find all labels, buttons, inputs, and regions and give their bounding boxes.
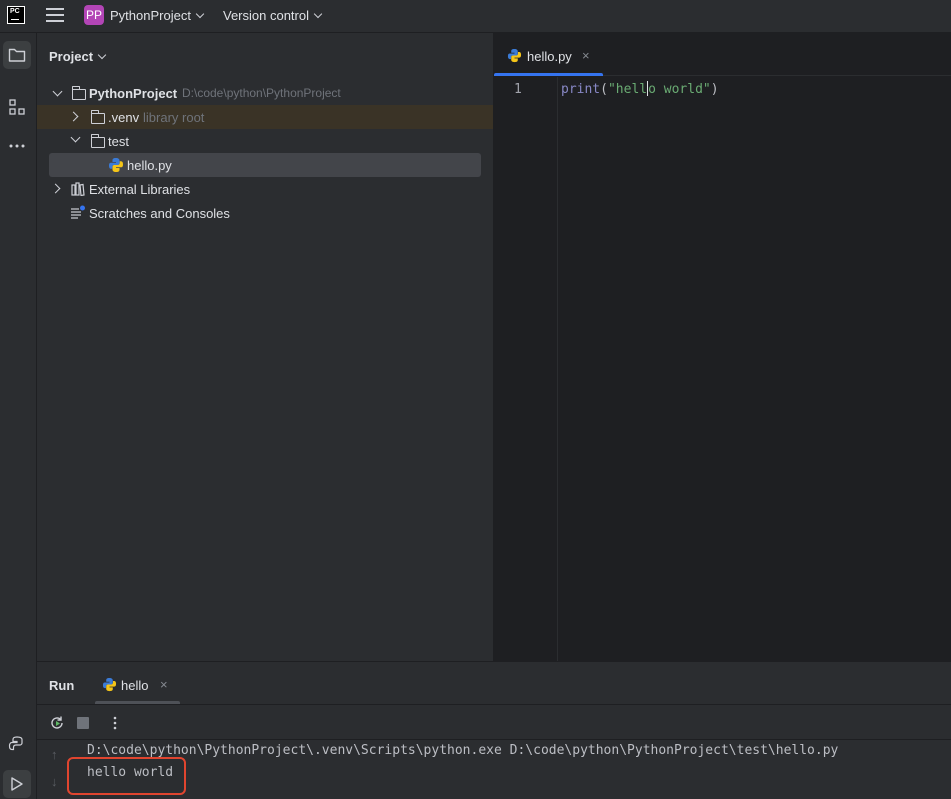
python-file-icon [507, 48, 522, 63]
chevron-down-icon [97, 50, 107, 60]
version-control-label: Version control [223, 8, 309, 23]
project-tool-button[interactable] [3, 41, 31, 69]
external-libraries-label: External Libraries [89, 182, 191, 197]
run-panel-title: Run [49, 678, 75, 693]
console-command-line: D:\code\python\PythonProject\.venv\Scrip… [87, 743, 839, 758]
chevron-down-icon[interactable] [70, 132, 81, 143]
tab-hello-py-label: hello.py [527, 49, 572, 64]
scroll-up-icon[interactable]: ↑ [51, 747, 58, 762]
structure-tool-button[interactable] [3, 93, 31, 121]
hello-py-file-name: hello.py [127, 158, 172, 173]
project-folder-icon [8, 48, 26, 62]
rerun-icon[interactable] [49, 715, 65, 731]
scratches-icon [71, 205, 85, 219]
project-panel-title[interactable]: Project [49, 49, 107, 64]
root-project-path: D:\code\python\PythonProject [182, 86, 341, 100]
close-icon[interactable]: × [160, 677, 168, 692]
chevron-right-icon[interactable] [68, 111, 79, 122]
app-logo-text: PC [10, 8, 20, 15]
main-menu-icon[interactable] [46, 8, 64, 24]
more-tools-button[interactable] [3, 132, 31, 160]
run-tab-label: hello [121, 678, 149, 693]
scratches-label: Scratches and Consoles [89, 206, 230, 221]
run-toolbar [37, 704, 951, 740]
project-panel-title-text: Project [49, 49, 94, 64]
python-console-icon [8, 736, 23, 751]
project-switcher[interactable]: PythonProject [110, 8, 205, 23]
chevron-right-icon[interactable] [50, 183, 61, 194]
chevron-down-icon[interactable] [52, 86, 63, 97]
tree-item-test[interactable]: test [37, 129, 494, 153]
python-console-tool-button[interactable] [3, 730, 31, 758]
tree-item-venv[interactable]: .venv library root [37, 105, 493, 129]
output-highlight-box [67, 757, 186, 795]
structure-icon [9, 99, 25, 115]
editor-area: hello.py × 1 print("hello world") [494, 33, 951, 661]
tree-item-root[interactable]: PythonProject D:\code\python\PythonProje… [37, 81, 494, 105]
left-tool-strip [0, 33, 37, 799]
test-folder-name: test [108, 134, 129, 149]
run-icon [11, 777, 23, 791]
project-panel: Project PythonProject D:\code\python\Pyt… [37, 33, 494, 661]
run-panel: Run hello × ↑ ↓ D:\code\python\PythonPro… [37, 661, 951, 799]
venv-library-root-hint: library root [143, 110, 205, 125]
code-string-token-end: o world" [648, 82, 711, 97]
code-open-paren: ( [600, 82, 608, 97]
pycharm-logo-icon[interactable]: PC [7, 6, 25, 24]
tree-item-hello-py[interactable]: hello.py [49, 153, 481, 177]
tree-item-external-libraries[interactable]: External Libraries [37, 177, 494, 201]
active-tab-indicator [494, 73, 603, 76]
chevron-down-icon [313, 9, 323, 19]
code-function-token: print [561, 82, 601, 97]
more-vertical-icon[interactable] [113, 715, 117, 731]
line-number: 1 [514, 82, 522, 97]
tab-run-hello[interactable]: hello × [95, 662, 180, 704]
stop-icon[interactable] [77, 717, 89, 729]
tree-item-scratches[interactable]: Scratches and Consoles [37, 201, 494, 225]
python-file-icon [109, 158, 123, 172]
title-bar: PC PP PythonProject Version control [0, 0, 951, 33]
more-icon [9, 144, 25, 148]
folder-icon [91, 134, 105, 148]
scroll-down-icon[interactable]: ↓ [51, 774, 58, 789]
code-line-1[interactable]: print("hello world") [561, 81, 719, 97]
project-badge[interactable]: PP [84, 5, 104, 25]
chevron-down-icon [195, 9, 205, 19]
version-control-menu[interactable]: Version control [223, 8, 323, 23]
folder-icon [91, 110, 105, 124]
root-project-name: PythonProject [89, 86, 178, 101]
python-file-icon [102, 677, 117, 692]
venv-folder-name: .venv [108, 110, 140, 125]
code-string-token-start: "hell [607, 82, 648, 97]
editor-gutter: 1 [494, 77, 558, 661]
tab-hello-py[interactable]: hello.py × [494, 33, 603, 76]
close-icon[interactable]: × [582, 48, 590, 63]
run-tool-button[interactable] [3, 770, 31, 798]
folder-icon [72, 86, 86, 100]
editor-tab-bar: hello.py × [494, 33, 951, 76]
project-name-label: PythonProject [110, 8, 191, 23]
code-close-paren: ) [710, 82, 719, 97]
libraries-icon [71, 182, 85, 196]
